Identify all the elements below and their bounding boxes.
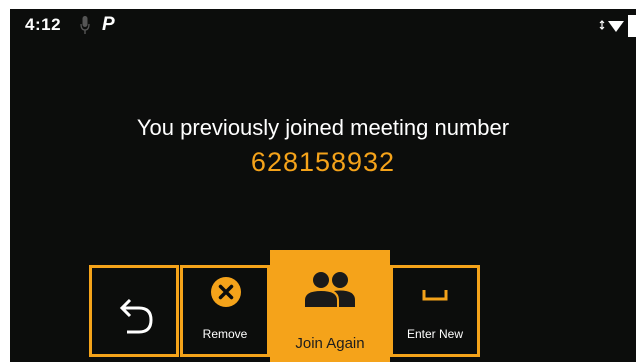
meeting-number: 628158932	[250, 147, 396, 177]
meeting-rejoin-screen: 4:12 P You previously joined meeting num…	[10, 9, 636, 362]
people-icon	[305, 272, 355, 307]
back-button[interactable]	[89, 265, 179, 357]
battery-icon	[628, 15, 636, 37]
previous-meeting-message: You previously joined meeting number	[136, 115, 510, 140]
enter-new-label: Enter New	[406, 327, 464, 341]
enter-new-button[interactable]: Enter New	[390, 265, 480, 357]
remove-label: Remove	[202, 327, 248, 341]
status-bar: 4:12 P	[10, 9, 636, 43]
status-time: 4:12	[25, 15, 62, 34]
join-again-label: Join Again	[295, 335, 365, 352]
remove-button[interactable]: Remove	[180, 265, 270, 357]
space-bar-icon	[422, 290, 448, 301]
app-notification-icon: P	[102, 14, 115, 35]
microphone-icon	[80, 16, 90, 34]
wifi-icon	[599, 20, 624, 32]
join-again-button[interactable]: Join Again	[270, 250, 390, 362]
close-circle-icon	[211, 277, 241, 307]
undo-arrow-icon	[119, 298, 153, 334]
